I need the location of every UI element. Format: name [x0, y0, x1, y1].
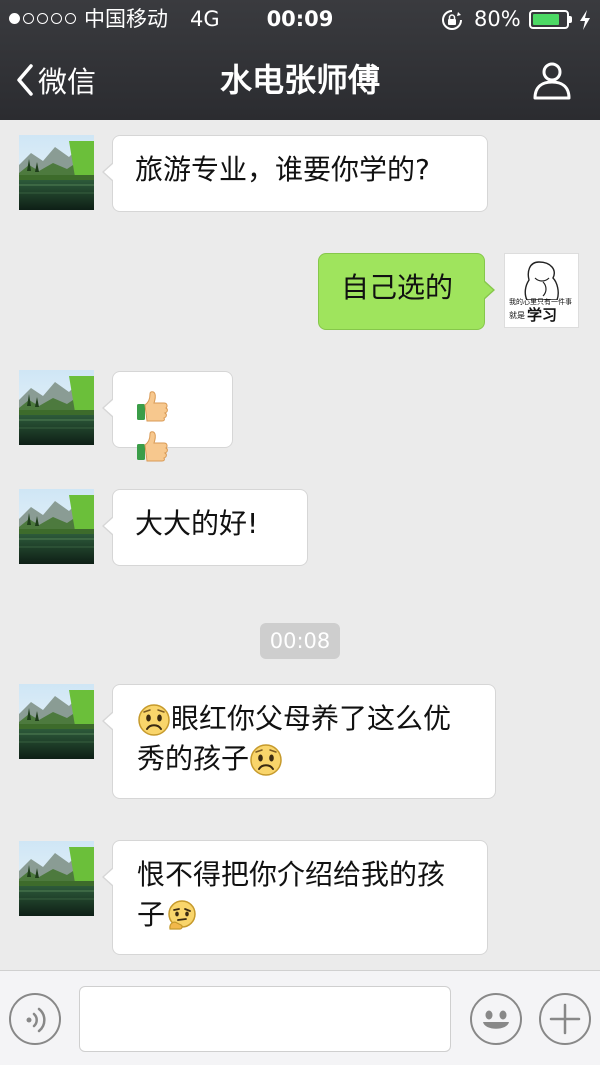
charging-bolt-icon: [580, 10, 590, 30]
timestamp-divider: 00:08: [260, 623, 340, 659]
plus-icon: [549, 1003, 581, 1035]
message-bubble-outgoing[interactable]: 自己选的: [318, 253, 495, 330]
message-bubble-incoming[interactable]: 大大的好!: [102, 489, 308, 566]
frown-emoji-icon: [137, 703, 171, 737]
message-text-line1: 恨不得把你介绍给我的孩: [137, 858, 446, 891]
avatar-caption-big: 学习: [527, 306, 558, 324]
nav-bar: 微信 水电张师傅: [0, 40, 600, 120]
contact-avatar[interactable]: [19, 684, 94, 759]
chat-area[interactable]: 旅游专业，谁要你学的? 自己选的 我的心里只有一件事 就是 学习 大大的好! 0…: [0, 120, 600, 970]
contact-avatar[interactable]: [19, 489, 94, 564]
message-bubble-incoming[interactable]: [102, 371, 233, 448]
voice-icon: [26, 1007, 46, 1033]
message-text-line2: 秀的孩子: [137, 742, 250, 775]
message-bubble-incoming[interactable]: 眼红你父母养了这么优 秀的孩子: [102, 684, 496, 799]
frown-emoji-icon: [249, 743, 283, 777]
hand-on-heart-sketch-icon: [524, 261, 559, 300]
rotation-lock-icon: [442, 10, 462, 30]
message-text-line1: 眼红你父母养了这么优: [171, 702, 452, 735]
emoji-face-icon: [483, 1010, 509, 1029]
thinking-emoji-icon: [165, 899, 199, 933]
top-bar: 中国移动 4G 00:09 80% 微信 水电张师傅: [0, 0, 600, 120]
thumbs-up-icon: [135, 430, 169, 464]
more-button[interactable]: [539, 993, 591, 1045]
status-bar: 中国移动 4G 00:09 80%: [0, 0, 600, 40]
user-profile-icon[interactable]: [532, 60, 572, 100]
battery-percent: 80%: [474, 7, 521, 31]
battery-icon: [529, 10, 572, 29]
input-bar: [0, 970, 600, 1065]
voice-button[interactable]: [9, 993, 61, 1045]
my-avatar[interactable]: 我的心里只有一件事 就是 学习: [504, 253, 579, 328]
message-text: 大大的好!: [135, 507, 259, 540]
thumbs-up-icon: [135, 390, 169, 424]
chat-title: 水电张师傅: [219, 61, 380, 99]
message-bubble-incoming[interactable]: 恨不得把你介绍给我的孩 子: [102, 840, 488, 955]
message-text: 旅游专业，谁要你学的?: [135, 153, 430, 186]
avatar-caption-prefix: 就是: [509, 311, 525, 320]
contact-avatar[interactable]: [19, 370, 94, 445]
message-bubble-incoming[interactable]: 旅游专业，谁要你学的?: [102, 135, 488, 212]
message-input[interactable]: [79, 986, 451, 1052]
emoji-button[interactable]: [470, 993, 522, 1045]
contact-avatar[interactable]: [19, 135, 94, 210]
message-text-line2: 子: [137, 898, 166, 931]
message-text: 自己选的: [341, 271, 454, 304]
contact-avatar[interactable]: [19, 841, 94, 916]
